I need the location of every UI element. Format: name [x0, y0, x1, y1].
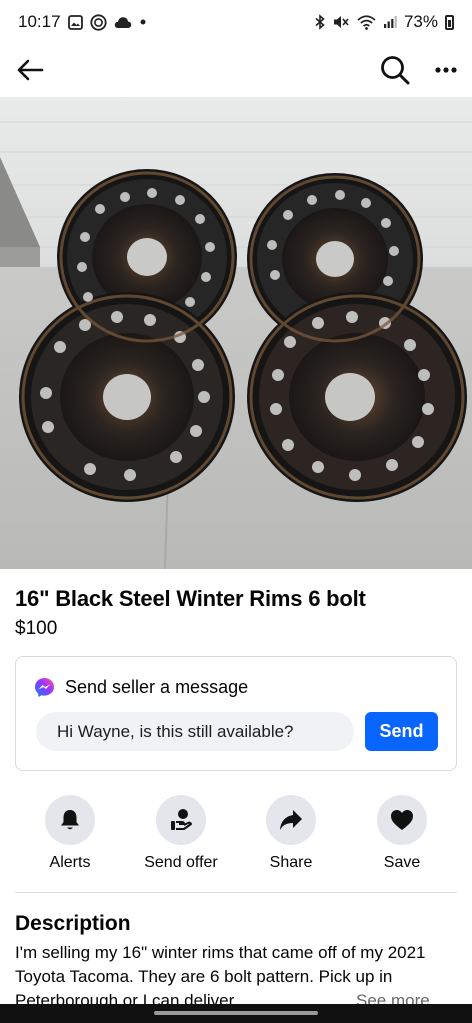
send-message-title: Send seller a message: [65, 677, 249, 697]
listing-title: 16" Black Steel Winter Rims 6 bolt: [15, 586, 366, 611]
send-offer-label: Send offer: [144, 854, 218, 871]
listing-photo[interactable]: [0, 97, 472, 569]
cloud-icon: [114, 16, 132, 29]
save-button[interactable]: [377, 795, 427, 845]
top-navigation: [0, 44, 472, 96]
wifi-icon: [357, 14, 376, 30]
send-button[interactable]: Send: [365, 712, 438, 751]
share-label: Share: [269, 854, 313, 871]
send-message-header: Send seller a message: [34, 677, 248, 698]
message-input[interactable]: Hi Wayne, is this still available?: [36, 712, 354, 751]
status-bar: 10:17 73%: [0, 0, 472, 44]
share-button[interactable]: [266, 795, 316, 845]
share-action[interactable]: Share: [246, 795, 336, 872]
action-bar: Alerts Send offer Share Save: [0, 795, 472, 875]
offer-icon: [171, 809, 192, 830]
send-offer-button[interactable]: [156, 795, 206, 845]
send-message-card: Send seller a message Hi Wayne, is this …: [15, 656, 457, 771]
more-horizontal-icon: [435, 67, 457, 73]
description-heading: Description: [15, 912, 131, 935]
back-button[interactable]: [16, 58, 44, 82]
messenger-icon: [34, 677, 55, 698]
status-left: 10:17: [18, 12, 147, 32]
search-icon: [381, 56, 410, 85]
battery-icon: [445, 14, 454, 30]
messenger-status-icon: [89, 13, 107, 31]
battery-percent: 73%: [403, 12, 438, 31]
notification-dot-icon: [139, 18, 147, 26]
listing-price: $100: [15, 618, 58, 639]
status-time: 10:17: [18, 12, 61, 31]
search-button[interactable]: [380, 55, 410, 85]
bluetooth-icon: [314, 14, 326, 30]
save-action[interactable]: Save: [357, 795, 447, 872]
bell-icon: [61, 810, 79, 830]
alerts-action[interactable]: Alerts: [25, 795, 115, 872]
arrow-left-icon: [17, 59, 44, 81]
heart-icon: [391, 810, 413, 830]
alerts-button[interactable]: [45, 795, 95, 845]
signal-icon: [383, 15, 397, 29]
send-offer-action[interactable]: Send offer: [136, 795, 226, 872]
status-right: 73%: [314, 12, 454, 32]
share-arrow-icon: [280, 810, 302, 830]
mute-icon: [333, 14, 350, 30]
divider: [15, 892, 457, 893]
rims-photo-image: [0, 97, 472, 569]
nav-actions: [380, 55, 458, 85]
home-gesture-handle[interactable]: [154, 1011, 318, 1015]
save-label: Save: [383, 854, 421, 871]
gallery-icon: [67, 14, 83, 30]
more-options-button[interactable]: [434, 66, 458, 74]
alerts-label: Alerts: [49, 854, 91, 871]
